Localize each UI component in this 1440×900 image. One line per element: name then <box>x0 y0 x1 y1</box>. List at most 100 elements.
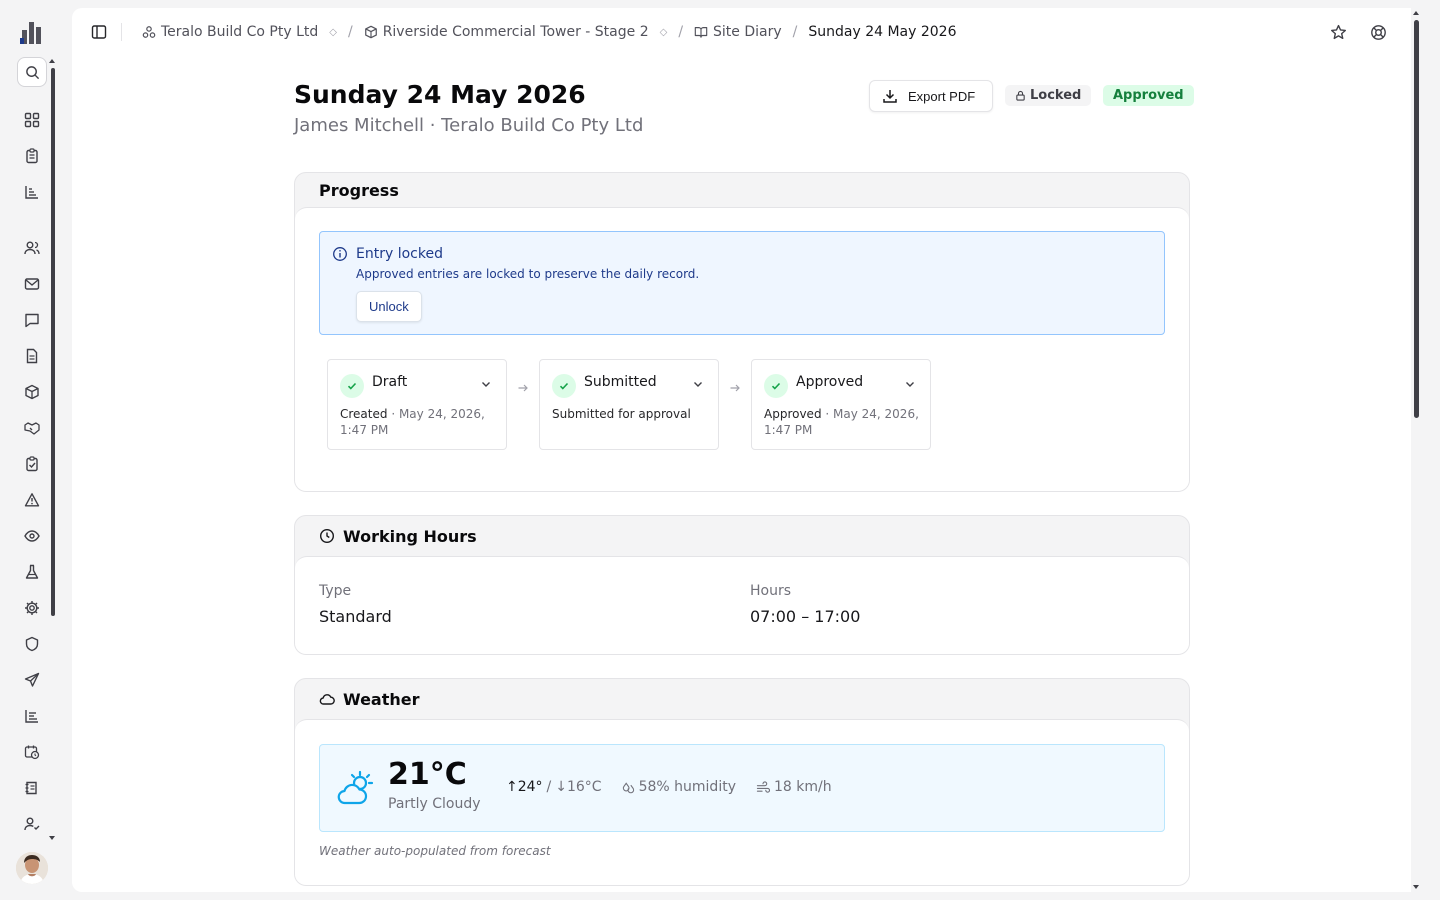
handshake-icon[interactable] <box>22 418 42 438</box>
breadcrumb-company-label: Teralo Build Co Pty Ltd <box>161 24 319 40</box>
breadcrumb-separator: / <box>347 24 353 40</box>
checklist-icon[interactable] <box>22 454 42 474</box>
lock-icon <box>1016 90 1025 101</box>
search-button[interactable] <box>17 57 47 87</box>
weather-note: Weather auto-populated from forecast <box>319 844 551 858</box>
chat-icon[interactable] <box>22 310 42 330</box>
shield-icon[interactable] <box>22 634 42 654</box>
breadcrumb-project-label: Riverside Commercial Tower - Stage 2 <box>382 24 649 40</box>
weather-card-header: Weather <box>295 679 1189 719</box>
user-check-icon[interactable] <box>22 814 42 834</box>
weather-stats: ↑24° / ↓16°C 58% humidity 18 km/h <box>506 779 832 795</box>
rail-scroll-up[interactable] <box>49 59 55 63</box>
progress-card-title: Progress <box>319 180 399 200</box>
ledger-icon[interactable] <box>22 778 42 798</box>
chevron-down-icon[interactable] <box>480 378 492 390</box>
locked-badge: Locked <box>1005 85 1092 106</box>
weather-title: Weather <box>343 689 420 709</box>
wind: 18 km/h <box>756 779 832 795</box>
breadcrumb-separator: / <box>678 24 684 40</box>
weather-card: Weather 21°C Partly Cloudy ↑24° / ↓16°C … <box>294 678 1190 886</box>
locked-badge-label: Locked <box>1030 88 1082 103</box>
step-label: Submitted <box>584 374 657 390</box>
download-icon <box>883 90 897 103</box>
humidity-value: 58% humidity <box>638 779 736 795</box>
export-pdf-button[interactable]: Export PDF <box>869 80 993 112</box>
page-scroll-up[interactable] <box>1413 11 1419 15</box>
working-hours-card: Working Hours Type Standard Hours 07:00 … <box>294 515 1190 655</box>
avatar[interactable] <box>16 852 48 884</box>
organization-icon <box>142 26 156 38</box>
step-meta: Approved · May 24, 2026, 1:47 PM <box>764 406 924 438</box>
page-scroll-down[interactable] <box>1413 885 1419 889</box>
step-label: Approved <box>796 374 864 390</box>
mail-icon[interactable] <box>22 274 42 294</box>
wind-value: 18 km/h <box>774 779 832 795</box>
star-icon[interactable] <box>1328 22 1348 42</box>
package-icon[interactable] <box>22 382 42 402</box>
partly-cloudy-icon <box>337 770 374 805</box>
page-title: Sunday 24 May 2026 <box>294 80 586 109</box>
step-meta: Created · May 24, 2026, 1:47 PM <box>340 406 500 438</box>
working-hours-card-header: Working Hours <box>295 516 1189 556</box>
help-lifebuoy-icon[interactable] <box>1368 22 1388 42</box>
book-open-icon <box>694 27 708 38</box>
info-icon <box>333 247 347 261</box>
temperature: 21°C <box>388 757 467 792</box>
send-icon[interactable] <box>22 670 42 690</box>
hours-value: 07:00 – 17:00 <box>750 607 861 626</box>
step-draft[interactable]: Draft Created · May 24, 2026, 1:47 PM <box>327 359 507 450</box>
chart-icon[interactable] <box>22 182 42 202</box>
top-bar: Teralo Build Co Pty Ltd ◇ / Riverside Co… <box>72 8 1411 56</box>
topbar-divider <box>121 23 122 41</box>
breadcrumb-section[interactable]: Site Diary <box>694 24 782 40</box>
rail-scroll-down[interactable] <box>49 836 55 840</box>
app-logo-icon[interactable] <box>20 18 44 44</box>
document-icon[interactable] <box>22 346 42 366</box>
warning-icon[interactable] <box>22 490 42 510</box>
breadcrumb-project[interactable]: Riverside Commercial Tower - Stage 2 ◇ <box>364 24 667 40</box>
progress-card: Progress Entry locked Approved entries a… <box>294 172 1190 492</box>
reports-icon[interactable] <box>22 706 42 726</box>
status-badge: Approved <box>1103 85 1194 106</box>
settings-gear-icon[interactable] <box>22 598 42 618</box>
box-icon <box>364 25 377 39</box>
page-subtitle: James Mitchell · Teralo Build Co Pty Ltd <box>294 115 644 136</box>
temperature-separator: / <box>546 779 552 795</box>
arrow-right-icon <box>517 382 529 394</box>
alert-title: Entry locked <box>356 246 443 262</box>
humidity: 58% humidity <box>622 779 736 795</box>
step-meta-label: Created <box>340 407 388 421</box>
chevron-down-icon[interactable] <box>904 378 916 390</box>
breadcrumb-company[interactable]: Teralo Build Co Pty Ltd ◇ <box>142 24 337 40</box>
cloud-icon <box>319 694 335 705</box>
hours-label: Hours <box>750 583 792 599</box>
type-value: Standard <box>319 607 392 626</box>
step-approved[interactable]: Approved Approved · May 24, 2026, 1:47 P… <box>751 359 931 450</box>
users-icon[interactable] <box>22 238 42 258</box>
export-pdf-label: Export PDF <box>908 88 976 104</box>
unlock-button[interactable]: Unlock <box>356 291 422 322</box>
chevron-down-icon[interactable] <box>692 378 704 390</box>
breadcrumb-separator: / <box>792 24 798 40</box>
breadcrumb-current: Sunday 24 May 2026 <box>808 24 957 40</box>
page-scrollbar[interactable] <box>1414 20 1419 418</box>
type-label: Type <box>319 583 352 599</box>
step-submitted[interactable]: Submitted Submitted for approval <box>539 359 719 450</box>
wind-icon <box>756 780 770 793</box>
step-meta: Submitted for approval <box>552 406 712 422</box>
check-circle-icon <box>340 374 364 398</box>
dashboard-icon[interactable] <box>22 110 42 130</box>
sidebar-toggle-icon[interactable] <box>89 22 109 42</box>
weather-body: 21°C Partly Cloudy ↑24° / ↓16°C 58% humi… <box>295 719 1189 885</box>
clipboard-icon[interactable] <box>22 146 42 166</box>
temperature-range: ↑24° / ↓16°C <box>506 779 602 795</box>
eye-icon[interactable] <box>22 526 42 546</box>
calendar-clock-icon[interactable] <box>22 742 42 762</box>
flask-icon[interactable] <box>22 562 42 582</box>
search-icon <box>25 65 39 79</box>
entry-locked-alert: Entry locked Approved entries are locked… <box>319 231 1165 335</box>
chevron-updown-icon: ◇ <box>329 26 337 38</box>
rail-scrollbar[interactable] <box>51 68 55 616</box>
temperature-low: ↓16°C <box>555 779 602 795</box>
